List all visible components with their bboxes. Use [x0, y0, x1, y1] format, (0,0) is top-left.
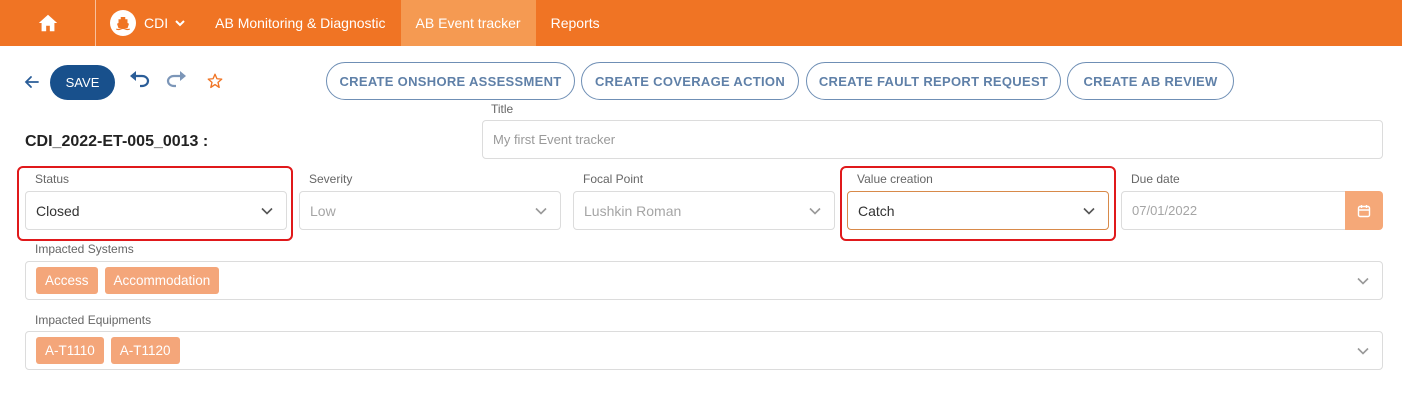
due-date-input[interactable]: 07/01/2022 — [1121, 191, 1347, 230]
status-select[interactable]: Closed — [25, 191, 287, 230]
nav-label: AB Event tracker — [415, 15, 521, 31]
favorite-star-icon[interactable] — [206, 72, 224, 90]
severity-select[interactable]: Low — [299, 191, 561, 230]
focal-point-label: Focal Point — [583, 172, 644, 186]
home-icon — [38, 14, 57, 32]
chip-access[interactable]: Access — [36, 267, 98, 294]
severity-label: Severity — [309, 172, 353, 186]
severity-value: Low — [310, 202, 336, 219]
back-arrow-icon[interactable] — [22, 72, 42, 92]
focal-point-value: Lushkin Roman — [584, 202, 682, 219]
top-navbar: CDI AB Monitoring & Diagnostic AB Event … — [0, 0, 1402, 46]
create-ab-review-button[interactable]: CREATE AB REVIEW — [1067, 62, 1234, 100]
impacted-systems-label: Impacted Systems — [35, 242, 134, 256]
nav-reports[interactable]: Reports — [536, 0, 615, 46]
impacted-equipments-select[interactable]: A-T1110 A-T1120 — [25, 331, 1383, 370]
app-name: CDI — [144, 15, 169, 31]
value-creation-value: Catch — [858, 202, 895, 219]
chevron-down-icon — [261, 207, 273, 215]
create-fault-report-request-button[interactable]: CREATE FAULT REPORT REQUEST — [806, 62, 1061, 100]
redo-icon[interactable] — [166, 70, 188, 90]
title-label: Title — [491, 102, 514, 116]
save-button[interactable]: SAVE — [50, 65, 115, 100]
create-onshore-assessment-button[interactable]: CREATE ONSHORE ASSESSMENT — [326, 62, 575, 100]
chevron-down-icon — [1357, 277, 1369, 285]
ship-icon — [110, 10, 136, 36]
chevron-down-icon — [175, 20, 185, 27]
impacted-systems-select[interactable]: Access Accommodation — [25, 261, 1383, 300]
nav-label: AB Monitoring & Diagnostic — [215, 15, 386, 31]
chevron-down-icon — [809, 207, 821, 215]
due-date-value: 07/01/2022 — [1132, 203, 1198, 218]
undo-icon[interactable] — [128, 70, 150, 90]
chip-a-t1110[interactable]: A-T1110 — [36, 337, 104, 364]
focal-point-select[interactable]: Lushkin Roman — [573, 191, 835, 230]
chevron-down-icon — [1083, 207, 1095, 215]
home-button[interactable] — [0, 0, 96, 46]
due-date-label: Due date — [1131, 172, 1180, 186]
chip-accommodation[interactable]: Accommodation — [104, 267, 220, 294]
nav-label: Reports — [550, 15, 600, 31]
create-coverage-action-button[interactable]: CREATE COVERAGE ACTION — [581, 62, 799, 100]
chevron-down-icon — [1357, 347, 1369, 355]
value-creation-label: Value creation — [857, 172, 933, 186]
status-label: Status — [35, 172, 70, 186]
nav-ab-monitoring[interactable]: AB Monitoring & Diagnostic — [200, 0, 400, 46]
chip-a-t1120[interactable]: A-T1120 — [110, 337, 180, 364]
chevron-down-icon — [535, 207, 547, 215]
value-creation-select[interactable]: Catch — [847, 191, 1109, 230]
nav-ab-event-tracker[interactable]: AB Event tracker — [400, 0, 536, 46]
app-switcher[interactable]: CDI — [96, 0, 200, 46]
impacted-equipments-label: Impacted Equipments — [35, 313, 152, 327]
record-id: CDI_2022-ET-005_0013 : — [25, 133, 209, 150]
calendar-icon — [1357, 204, 1371, 217]
status-value: Closed — [36, 202, 80, 219]
title-input[interactable]: My first Event tracker — [482, 120, 1383, 159]
calendar-button[interactable] — [1345, 191, 1383, 230]
